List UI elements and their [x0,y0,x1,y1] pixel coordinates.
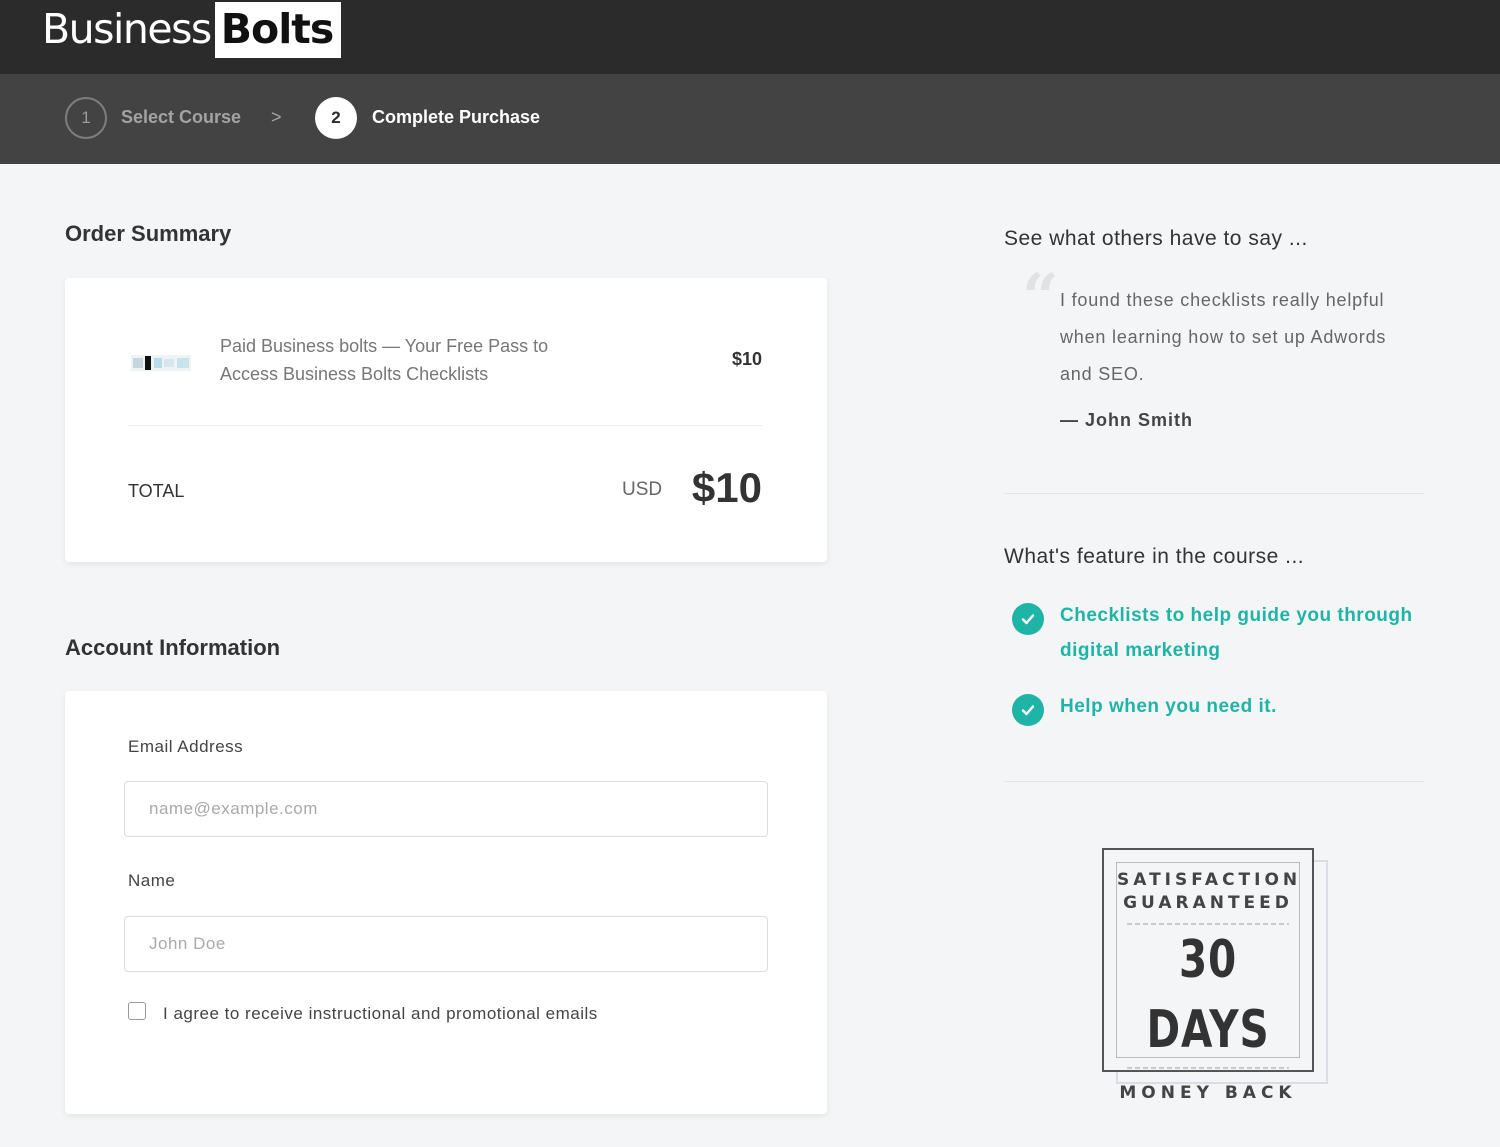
step-2-complete-purchase: Complete Purchase [372,107,541,127]
feature-item: Help when you need it. [1060,696,1277,717]
agree-emails-label[interactable]: I agree to receive instructional and pro… [163,1004,598,1024]
total-label: TOTAL [128,481,185,501]
top-bar: Business Bolts [0,0,1500,74]
account-information-heading: Account Information [65,635,281,660]
email-field[interactable] [124,781,768,837]
testimonial-quote: I found these checklists really helpful … [1060,290,1387,384]
step-1-number[interactable]: 1 [65,97,107,139]
email-label: Email Address [128,737,244,756]
total-amount: $10 [691,464,762,511]
feature-item: Checklists to help guide you through dig… [1060,605,1413,661]
step-2-number: 2 [315,97,357,139]
name-label: Name [128,871,176,890]
sidebar-divider [1004,493,1424,494]
quote-icon: “ [1022,260,1059,335]
total-currency: USD [622,479,663,500]
features-heading: What's feature in the course ... [1004,545,1305,568]
order-summary-heading: Order Summary [65,221,232,246]
money-back-guarantee-badge: SATISFACTION GUARANTEED 30 DAYS MONEY BA… [1100,846,1332,1103]
order-summary-card: Paid Business bolts — Your Free Pass to … [65,278,827,562]
check-circle-icon [1012,603,1044,635]
product-price: $10 [731,349,762,369]
badge-frame: SATISFACTION GUARANTEED 30 DAYS MONEY BA… [1102,848,1314,1103]
agree-emails-checkbox[interactable] [128,1002,146,1020]
testimonials-heading: See what others have to say ... [1004,227,1308,250]
business-bolts-logo[interactable]: Business Bolts [42,2,342,58]
step-1-select-course[interactable]: Select Course [121,107,241,128]
name-field[interactable] [124,916,768,972]
badge-dash-divider [1127,1067,1289,1069]
account-information-card: Email Address Name I agree to receive in… [65,691,827,1114]
logo-text-business: Business [42,5,212,53]
badge-inner-frame: SATISFACTION GUARANTEED 30 DAYS MONEY BA… [1116,862,1302,1103]
badge-satisfaction-text: SATISFACTION [1117,870,1302,890]
sidebar-divider [1004,781,1424,782]
badge-money-back-text: MONEY BACK [1119,1083,1297,1103]
badge-days-text: 30 DAYS [1146,930,1270,1060]
badge-guaranteed-text: GUARANTEED [1123,893,1293,913]
order-divider [128,425,762,426]
testimonial-author: — John Smith [1060,410,1193,430]
product-name: Paid Business bolts — Your Free Pass to … [220,336,549,384]
check-circle-icon [1012,694,1044,726]
product-thumbnail-image [131,355,191,371]
step-separator-chevron: > [271,107,282,127]
logo-text-bolts: Bolts [214,2,342,58]
checkout-steps: 1 Select Course > 2 Complete Purchase [0,74,1500,164]
